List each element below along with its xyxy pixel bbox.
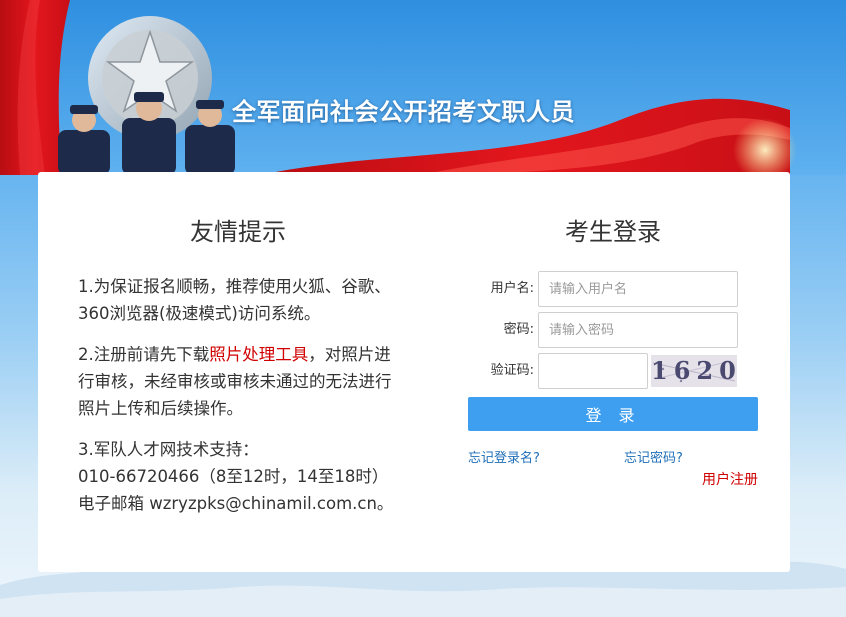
support-email: 电子邮箱 wzryzpks@chinamil.com.cn。: [78, 494, 394, 513]
notice-item-3: 3.军队人才网技术支持： 010-66720466（8至12时，14至18时） …: [78, 436, 398, 517]
support-title: 3.军队人才网技术支持：: [78, 440, 259, 459]
captcha-label: 验证码:: [490, 363, 534, 378]
captcha-image[interactable]: 1620: [651, 355, 737, 387]
captcha-row: 验证码: 1620: [468, 353, 758, 394]
password-row: 密码:: [468, 312, 758, 353]
main-card: 友情提示 1.为保证报名顺畅，推荐使用火狐、谷歌、360浏览器(极速模式)访问系…: [38, 172, 790, 572]
photo-tool-link[interactable]: 照片处理工具: [209, 345, 308, 364]
forgot-password-link[interactable]: 忘记密码?: [624, 447, 683, 466]
header-banner: 全军面向社会公开招考文职人员: [0, 0, 846, 175]
notice-title: 友情提示: [190, 218, 286, 246]
site-title: 全军面向社会公开招考文职人员: [232, 98, 575, 126]
login-button[interactable]: 登 录: [468, 397, 758, 431]
password-input[interactable]: [538, 312, 738, 348]
login-panel: 考生登录 用户名: 密码: 验证码: 1620: [468, 212, 758, 493]
register-link[interactable]: 用户注册: [702, 469, 758, 489]
notice-item-2: 2.注册前请先下载照片处理工具，对照片进行审核，未经审核或审核未通过的无法进行照…: [78, 345, 392, 418]
notice-panel: 友情提示 1.为保证报名顺畅，推荐使用火狐、谷歌、360浏览器(极速模式)访问系…: [78, 212, 398, 531]
account-links: 忘记登录名? 忘记密码?: [468, 441, 758, 469]
register-row: 用户注册: [468, 469, 758, 493]
captcha-text: 1620: [651, 356, 742, 385]
notice-item-1: 1.为保证报名顺畅，推荐使用火狐、谷歌、360浏览器(极速模式)访问系统。: [78, 277, 391, 323]
login-title: 考生登录: [565, 218, 661, 246]
forgot-username-link[interactable]: 忘记登录名?: [468, 447, 540, 466]
support-phone: 010-66720466（8至12时，14至18时）: [78, 467, 389, 486]
flag-emblem-artwork: [0, 0, 846, 175]
username-row: 用户名:: [468, 271, 758, 312]
captcha-input[interactable]: [538, 353, 648, 389]
password-label: 密码:: [503, 322, 534, 337]
username-input[interactable]: [538, 271, 738, 307]
username-label: 用户名:: [490, 281, 534, 296]
